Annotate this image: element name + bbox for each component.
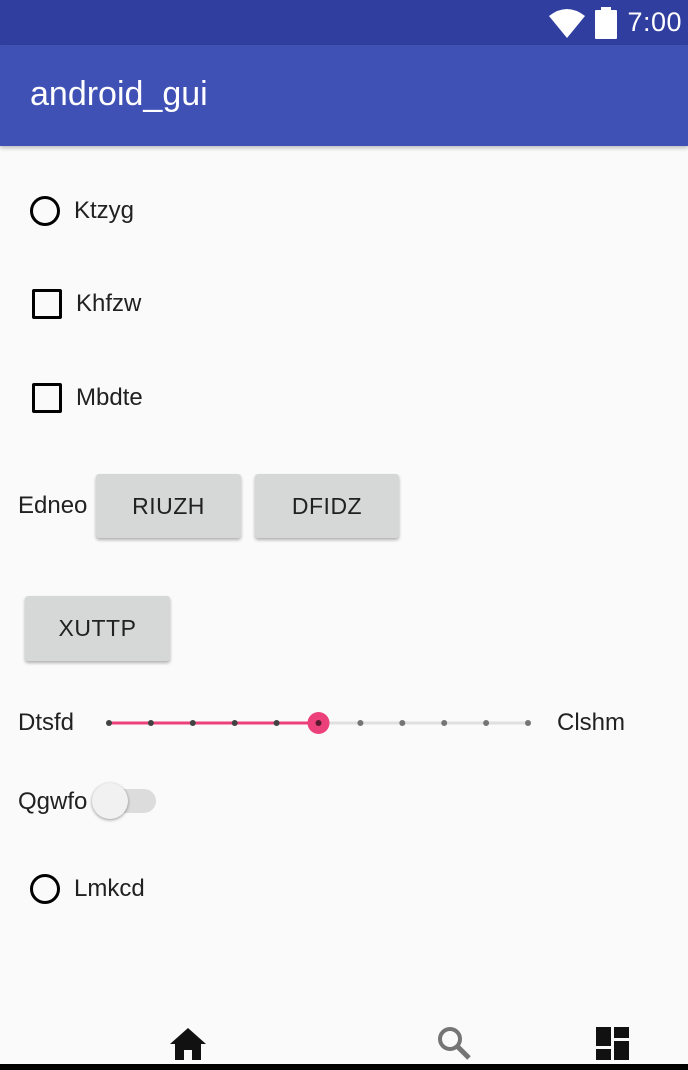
- slider-tick: [147, 720, 154, 726]
- radio-button[interactable]: [30, 874, 60, 904]
- checkbox-khfzw[interactable]: Khfzw: [32, 289, 141, 319]
- checkbox-label: Mbdte: [76, 384, 143, 411]
- discrete-slider[interactable]: [100, 705, 540, 741]
- slider-tick: [441, 720, 448, 726]
- slider-tick: [106, 720, 112, 726]
- clock: 7:00: [627, 7, 682, 37]
- slider-tick: [189, 720, 196, 726]
- slider-thumb-tick: [315, 720, 322, 726]
- status-icons: 7:00: [549, 0, 682, 45]
- status-bar: 7:00: [0, 0, 688, 45]
- bottom-nav: [0, 1010, 688, 1070]
- riuzh-button[interactable]: RIUZH: [96, 474, 241, 538]
- slider-tick: [231, 720, 238, 726]
- checkbox[interactable]: [32, 383, 62, 413]
- home-icon[interactable]: [170, 1028, 206, 1060]
- toggle-switch[interactable]: [88, 782, 160, 822]
- app-bar: android_gui: [0, 45, 688, 146]
- wifi-icon: [549, 8, 586, 38]
- slider-tick: [483, 720, 490, 726]
- dashboard-icon[interactable]: [596, 1027, 629, 1060]
- app-title: android_gui: [30, 75, 208, 113]
- checkbox-mbdte[interactable]: Mbdte: [32, 383, 143, 413]
- radio-label: Lmkcd: [74, 875, 145, 902]
- dfidz-button[interactable]: DFIDZ: [255, 474, 399, 538]
- radio-ktzyg[interactable]: Ktzyg: [30, 196, 134, 226]
- nav-bottom-line: [0, 1064, 688, 1070]
- checkbox[interactable]: [32, 289, 62, 319]
- slider-tick: [357, 720, 364, 726]
- search-icon[interactable]: [437, 1026, 471, 1060]
- slider-tick: [525, 720, 531, 726]
- radio-label: Ktzyg: [74, 197, 135, 224]
- button-row-label: Edneo: [18, 492, 88, 519]
- radio-lmkcd[interactable]: Lmkcd: [30, 874, 145, 904]
- slider-left-label: Dtsfd: [18, 709, 75, 736]
- radio-button[interactable]: [30, 196, 60, 226]
- slider-tick: [273, 720, 280, 726]
- slider-right-label: Clshm: [557, 709, 626, 736]
- battery-icon: [595, 6, 618, 39]
- switch-label: Qgwfo: [18, 788, 88, 815]
- xuttp-button[interactable]: XUTTP: [25, 596, 170, 661]
- slider-tick: [399, 720, 406, 726]
- checkbox-label: Khfzw: [76, 290, 142, 317]
- switch-thumb[interactable]: [92, 783, 128, 819]
